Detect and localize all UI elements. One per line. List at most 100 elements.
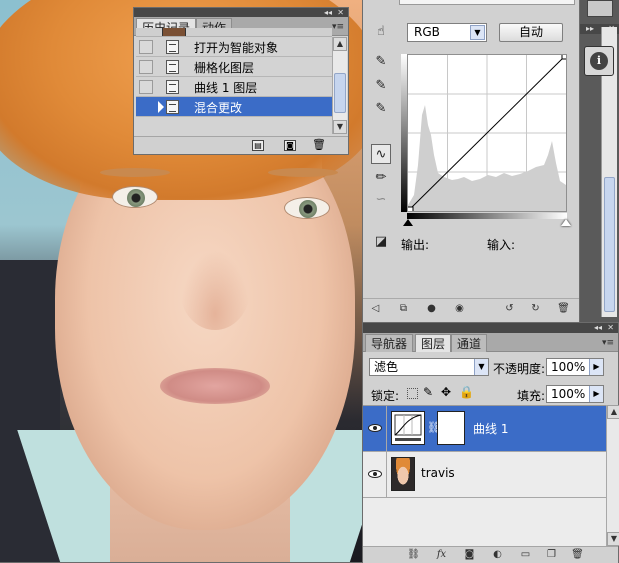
history-state-icon (166, 60, 179, 74)
opacity-label: 不透明度: (493, 362, 546, 376)
history-brush-source-box[interactable] (139, 100, 153, 114)
history-item[interactable]: 曲线 1 图层 (136, 77, 332, 97)
group-folder-icon[interactable]: ▭ (519, 549, 532, 561)
back-arrow-icon[interactable]: ◁ (369, 303, 382, 315)
lock-position-icon[interactable]: ✥ (441, 385, 451, 399)
adjustment-layer-icon[interactable]: ◐ (491, 549, 504, 561)
fx-icon[interactable]: fx (435, 549, 448, 561)
curves-graph[interactable] (406, 53, 568, 214)
layers-scrollbar[interactable]: ▲ ▼ (606, 405, 619, 546)
history-item[interactable]: 栅格化图层 (136, 57, 332, 77)
layers-panel: ◂◂ ✕ 导航器 图层 通道 ▾≡ 滤色 ▼ 不透明度: 100% ▶ 锁定: … (362, 322, 619, 563)
layer-row-travis[interactable]: travis (363, 452, 606, 498)
scroll-up-icon[interactable]: ▲ (607, 405, 619, 419)
close-icon[interactable]: ✕ (607, 323, 614, 332)
history-brush-source-box[interactable] (139, 60, 153, 74)
history-state-icon (166, 80, 179, 94)
scroll-down-icon[interactable]: ▼ (333, 120, 347, 134)
layer-list: ⛓ 曲线 1 travis (363, 405, 606, 546)
scroll-thumb[interactable] (334, 73, 346, 113)
black-point-slider[interactable] (403, 219, 413, 226)
tab-layers[interactable]: 图层 (415, 334, 452, 352)
info-panel-button[interactable]: i (584, 46, 614, 76)
trash-icon[interactable]: 🗑 (571, 549, 584, 561)
layer-mask-thumbnail[interactable] (437, 411, 465, 445)
pencil-icon[interactable]: ✏ (371, 168, 391, 188)
scroll-up-icon[interactable]: ▲ (333, 37, 347, 51)
eyedropper-gray-icon[interactable]: ✎ (371, 76, 391, 96)
layer-image-thumbnail[interactable] (391, 457, 415, 491)
chevron-down-icon: ▼ (470, 25, 485, 40)
layer-name[interactable]: 曲线 1 (473, 420, 508, 437)
chevron-right-icon[interactable]: ▶ (589, 386, 603, 402)
visibility-icon[interactable]: ◉ (453, 303, 466, 315)
layer-row-curves[interactable]: ⛓ 曲线 1 (363, 406, 606, 452)
smooth-icon[interactable]: ∽ (371, 190, 391, 210)
new-document-icon[interactable]: ▤ (252, 140, 264, 151)
scroll-thumb[interactable] (604, 177, 615, 312)
new-layer-icon[interactable]: ❐ (545, 549, 558, 561)
curves-graph-svg (406, 53, 568, 214)
close-icon[interactable]: ✕ (337, 8, 344, 17)
layer-visibility-toggle[interactable] (365, 416, 385, 440)
input-label: 输入: (487, 238, 516, 252)
scroll-down-icon[interactable]: ▼ (607, 532, 619, 546)
opacity-field[interactable]: 100% ▶ (546, 358, 604, 376)
history-item-selected[interactable]: 混合更改 (136, 97, 332, 117)
eye-icon (368, 424, 382, 432)
eyedropper-black-icon[interactable]: ✎ (371, 52, 391, 72)
history-item-label: 混合更改 (194, 101, 243, 115)
lock-all-icon[interactable]: 🔒 (459, 385, 474, 399)
history-scrollbar[interactable]: ▲ ▼ (332, 37, 347, 134)
preset-dropdown-edge[interactable] (399, 0, 575, 5)
view-previous-icon[interactable]: ↺ (503, 303, 516, 315)
curves-adjustment-thumbnail[interactable] (391, 411, 425, 445)
layer-name[interactable]: travis (421, 466, 455, 480)
eyedropper-white-icon[interactable]: ✎ (371, 99, 391, 119)
adjustments-bottom-bar: ◁ ⧉ ● ◉ ↺ ↻ 🗑 (363, 298, 579, 322)
lock-pixels-icon[interactable]: ✎ (423, 385, 433, 399)
history-snapshot-row[interactable] (136, 28, 332, 37)
history-item[interactable]: 打开为智能对象 (136, 37, 332, 57)
chevron-right-icon[interactable]: ▶ (589, 359, 603, 375)
history-panel-header[interactable]: ◂◂ ✕ (134, 8, 348, 17)
trash-icon[interactable]: 🗑 (557, 303, 570, 315)
blend-mode-select[interactable]: 滤色 ▼ (369, 358, 489, 376)
panel-menu-icon[interactable]: ▾≡ (332, 22, 344, 32)
camera-icon[interactable]: ◙ (284, 140, 296, 151)
tab-navigator[interactable]: 导航器 (365, 334, 414, 352)
white-point-slider[interactable] (561, 219, 571, 226)
expand-icon[interactable]: ▸▸ (586, 24, 594, 33)
channel-select-value: RGB (414, 25, 440, 39)
info-icon: i (590, 52, 608, 70)
expand-view-icon[interactable]: ⧉ (397, 303, 410, 315)
hand-adjust-icon[interactable]: ☝ (371, 22, 391, 42)
channel-select[interactable]: RGB ▼ (407, 23, 487, 42)
layers-panel-header[interactable]: ◂◂ ✕ (363, 323, 618, 333)
history-brush-source-box[interactable] (139, 80, 153, 94)
tab-channels[interactable]: 通道 (451, 334, 488, 352)
auto-button[interactable]: 自动 (499, 23, 563, 42)
histogram-panel-icon[interactable] (587, 0, 613, 17)
clip-layer-icon[interactable]: ● (425, 303, 438, 315)
layer-visibility-toggle[interactable] (365, 462, 385, 486)
history-state-icon (166, 100, 179, 114)
fill-field[interactable]: 100% ▶ (546, 385, 604, 403)
link-icon[interactable]: ⛓ (407, 549, 420, 561)
trash-icon[interactable]: 🗑 (312, 139, 326, 151)
curve-point-icon[interactable]: ∿ (371, 144, 391, 164)
curves-thumb-icon (394, 414, 422, 441)
curve-point-white (561, 53, 568, 60)
panel-menu-icon[interactable]: ▾≡ (602, 338, 614, 348)
collapse-icon[interactable]: ◂◂ (594, 323, 602, 332)
opacity-value: 100% (551, 360, 586, 374)
layers-tabs: 导航器 图层 通道 ▾≡ (363, 333, 618, 352)
history-item-label: 打开为智能对象 (194, 41, 279, 55)
history-brush-source-box[interactable] (139, 40, 153, 54)
reset-icon[interactable]: ↻ (529, 303, 542, 315)
blend-mode-value: 滤色 (374, 360, 399, 374)
lock-transparency-icon[interactable] (407, 388, 418, 399)
clipping-warning-icon[interactable]: ◪ (371, 232, 391, 252)
collapse-icon[interactable]: ◂◂ (324, 8, 332, 17)
add-mask-icon[interactable]: ◙ (463, 549, 476, 561)
